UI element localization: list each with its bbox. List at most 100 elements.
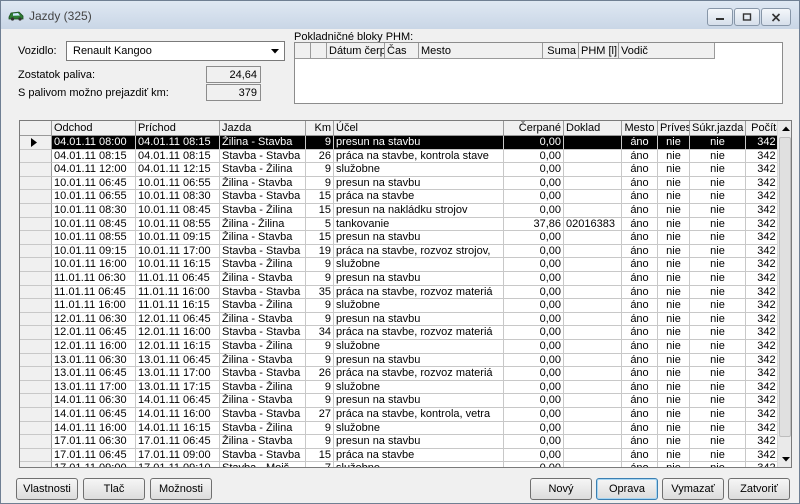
row-indicator[interactable] — [20, 448, 52, 463]
receipts-col-city[interactable]: Mesto — [419, 43, 543, 59]
cell-route: Stavba - Žilina — [220, 299, 306, 313]
table-row[interactable]: 12.01.11 16:00 12.01.11 16:15 Stavba - Žil… — [20, 340, 777, 354]
col-header-odometer[interactable]: Počítadlo — [746, 121, 777, 136]
row-indicator[interactable] — [20, 367, 52, 381]
close-window-button[interactable] — [761, 8, 791, 26]
cell-purpose: presun na nakládku strojov — [334, 204, 504, 218]
table-row[interactable]: 04.01.11 08:15 04.01.11 08:15 Stavba - Sta… — [20, 149, 777, 164]
row-indicator[interactable] — [20, 217, 52, 232]
table-row[interactable]: 10.01.11 08:55 10.01.11 09:15 Žilina - Sta… — [20, 231, 777, 245]
cell-fuel: 0,00 — [504, 136, 564, 150]
cell-private: nie — [690, 394, 746, 408]
col-header-document[interactable]: Doklad — [564, 121, 622, 136]
title-bar[interactable]: Jazdy (325) — [1, 1, 799, 29]
cell-trailer: nie — [658, 244, 690, 259]
receipts-grid[interactable]: Dátum čerp. Čas Mesto Suma PHM [l] Vodič — [294, 42, 783, 104]
table-row[interactable]: 11.01.11 06:45 11.01.11 16:00 Stavba - Sta… — [20, 285, 777, 300]
vehicle-label: Vozidlo: — [18, 45, 57, 57]
table-row[interactable]: 10.01.11 06:55 10.01.11 08:30 Stavba - Sta… — [20, 190, 777, 204]
row-indicator[interactable] — [20, 312, 52, 327]
table-row[interactable]: 04.01.11 12:00 04.01.11 12:15 Stavba - Žil… — [20, 163, 777, 177]
edit-button[interactable]: Oprava — [596, 478, 658, 500]
table-row[interactable]: 10.01.11 08:30 10.01.11 08:45 Stavba - Žil… — [20, 204, 777, 218]
col-header-city[interactable]: Mesto — [622, 121, 658, 136]
vertical-scrollbar[interactable] — [777, 121, 791, 467]
maximize-button[interactable] — [734, 8, 760, 26]
options-button[interactable]: Možnosti — [150, 478, 212, 500]
scrollbar-thumb[interactable] — [779, 137, 791, 437]
row-indicator[interactable] — [20, 299, 52, 313]
cell-city: áno — [622, 326, 658, 340]
scroll-down-icon[interactable] — [778, 452, 791, 467]
table-row[interactable]: 11.01.11 06:30 11.01.11 06:45 Žilina - Sta… — [20, 272, 777, 286]
scroll-up-icon[interactable] — [778, 121, 791, 136]
table-row[interactable]: 13.01.11 06:30 13.01.11 06:45 Žilina - Sta… — [20, 353, 777, 368]
col-header-route[interactable]: Jazda — [220, 121, 306, 136]
row-indicator[interactable] — [20, 244, 52, 259]
row-indicator[interactable] — [20, 136, 52, 150]
table-row[interactable]: 14.01.11 06:30 14.01.11 06:45 Žilina - Sta… — [20, 394, 777, 408]
col-header-fuel[interactable]: Čerpané — [504, 121, 564, 136]
row-indicator[interactable] — [20, 380, 52, 395]
chevron-down-icon[interactable] — [267, 43, 283, 59]
col-header-purpose[interactable]: Účel — [334, 121, 504, 136]
print-button[interactable]: Tlač — [83, 478, 145, 500]
cell-odometer: 342 613 — [746, 313, 777, 327]
row-indicator[interactable] — [20, 462, 52, 467]
receipts-col-time[interactable]: Čas — [385, 43, 419, 59]
close-button[interactable]: Zatvoriť — [728, 478, 790, 500]
cell-fuel: 0,00 — [504, 326, 564, 340]
col-header-trailer[interactable]: Príves — [658, 121, 690, 136]
table-row[interactable]: 10.01.11 06:45 10.01.11 06:55 Žilina - Sta… — [20, 176, 777, 191]
new-button[interactable]: Nový — [530, 478, 592, 500]
trips-grid[interactable]: Odchod Príchod Jazda Km Účel Čerpané Doklad Mes… — [19, 120, 792, 468]
table-row[interactable]: 14.01.11 06:45 14.01.11 16:00 Stavba - Sta… — [20, 408, 777, 422]
table-row[interactable]: 17.01.11 06:45 17.01.11 09:00 Stavba - Sta… — [20, 448, 777, 463]
row-indicator[interactable] — [20, 326, 52, 340]
table-row[interactable]: 10.01.11 16:00 10.01.11 16:15 Stavba - Žil… — [20, 258, 777, 272]
receipts-col-sum[interactable]: Suma — [543, 43, 579, 59]
properties-button[interactable]: Vlastnosti — [16, 478, 78, 500]
table-row[interactable]: 10.01.11 08:45 10.01.11 08:55 Žilina - Žil… — [20, 217, 777, 232]
receipts-col-date[interactable]: Dátum čerp. — [327, 43, 385, 59]
cell-city: áno — [622, 163, 658, 177]
table-row[interactable]: 13.01.11 17:00 13.01.11 17:15 Stavba - Žil… — [20, 380, 777, 395]
receipts-col-driver[interactable]: Vodič — [619, 43, 715, 59]
col-header-km[interactable]: Km — [306, 121, 334, 136]
row-indicator[interactable] — [20, 176, 52, 191]
table-row[interactable]: 14.01.11 16:00 14.01.11 16:15 Stavba - Žil… — [20, 421, 777, 436]
col-header-arrival[interactable]: Príchod — [136, 121, 220, 136]
row-indicator[interactable] — [20, 394, 52, 408]
minimize-button[interactable] — [707, 8, 733, 26]
cell-arrival: 17.01.11 09:00 — [136, 448, 220, 463]
table-row[interactable]: 17.01.11 06:30 17.01.11 06:45 Žilina - Sta… — [20, 435, 777, 449]
row-indicator[interactable] — [20, 149, 52, 164]
row-indicator[interactable] — [20, 231, 52, 245]
cell-document — [564, 244, 622, 259]
cell-document — [564, 462, 622, 467]
table-row[interactable]: 13.01.11 06:45 13.01.11 17:00 Stavba - Sta… — [20, 367, 777, 381]
delete-button[interactable]: Vymazať — [662, 478, 724, 500]
row-indicator[interactable] — [20, 272, 52, 286]
table-row[interactable]: 10.01.11 09:15 10.01.11 17:00 Stavba - Sta… — [20, 244, 777, 259]
row-indicator[interactable] — [20, 190, 52, 204]
row-indicator[interactable] — [20, 340, 52, 354]
row-indicator[interactable] — [20, 258, 52, 272]
row-indicator[interactable] — [20, 353, 52, 368]
row-indicator[interactable] — [20, 421, 52, 436]
row-indicator[interactable] — [20, 285, 52, 300]
table-row[interactable]: 12.01.11 06:30 12.01.11 06:45 Žilina - Sta… — [20, 312, 777, 327]
col-header-departure[interactable]: Odchod — [52, 121, 136, 136]
vehicle-select[interactable]: Renault Kangoo — [66, 41, 285, 61]
receipts-col-fuel[interactable]: PHM [l] — [579, 43, 619, 59]
row-indicator[interactable] — [20, 435, 52, 449]
table-row[interactable]: 12.01.11 06:45 12.01.11 16:00 Stavba - Sta… — [20, 326, 777, 340]
cell-route: Žilina - Stavba — [220, 353, 306, 368]
table-row[interactable]: 04.01.11 08:00 04.01.11 08:15 Žilina - Sta… — [20, 136, 777, 150]
table-row[interactable]: 17.01.11 09:0017.01.11 09:10Stavba - Moi… — [20, 462, 777, 467]
row-indicator[interactable] — [20, 163, 52, 177]
table-row[interactable]: 11.01.11 16:00 11.01.11 16:15 Stavba - Žil… — [20, 299, 777, 313]
col-header-private[interactable]: Súkr.jazda — [690, 121, 746, 136]
row-indicator[interactable] — [20, 408, 52, 422]
row-indicator[interactable] — [20, 204, 52, 218]
